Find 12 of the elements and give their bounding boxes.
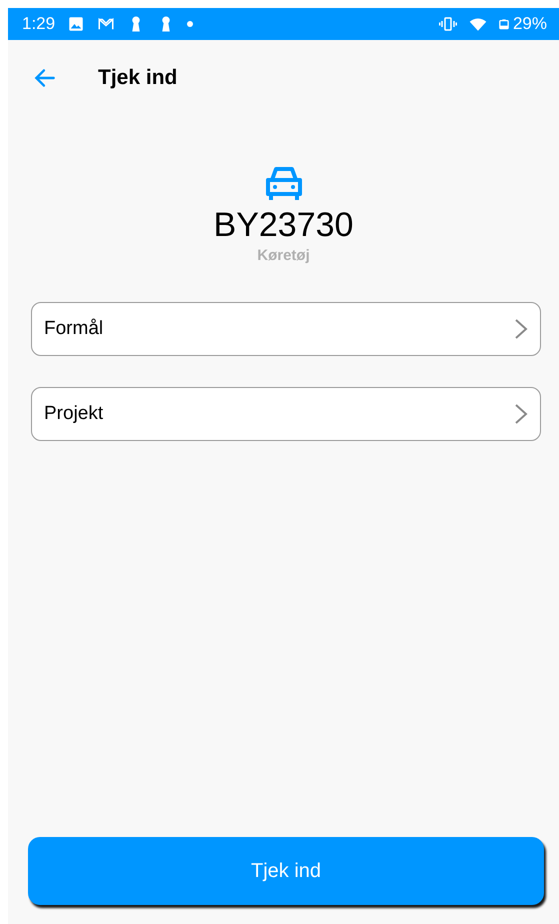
license-plate: BY23730 (214, 206, 354, 245)
dot-icon (187, 21, 194, 27)
chevron-icon (514, 403, 528, 425)
select-field[interactable]: Projekt (31, 387, 541, 441)
chevron-icon (514, 318, 528, 340)
image-icon (67, 15, 86, 33)
page-title: Tjek ind (98, 66, 178, 90)
vibrate-icon (438, 15, 457, 33)
battery-percentage: 29% (512, 14, 547, 34)
status-time: 1:29 (22, 14, 56, 34)
select-field[interactable]: Formål (31, 302, 541, 356)
vehicle-type: Køretøj (257, 247, 310, 264)
